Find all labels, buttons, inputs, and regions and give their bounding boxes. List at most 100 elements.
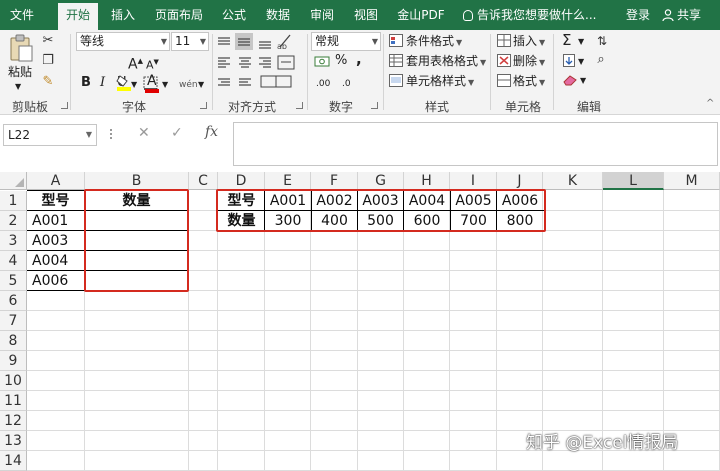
- chevron-down-icon[interactable]: ▼: [578, 33, 584, 51]
- format-as-table-button[interactable]: 套用表格格式 ▼: [406, 52, 486, 70]
- row-header-5[interactable]: 5: [0, 271, 27, 291]
- row-header-7[interactable]: 7: [0, 311, 27, 331]
- row-header-13[interactable]: 13: [0, 431, 27, 451]
- row-header-1[interactable]: 1: [0, 191, 27, 211]
- number-launcher[interactable]: [371, 102, 378, 109]
- column-header-e[interactable]: E: [265, 172, 311, 190]
- font-launcher[interactable]: [200, 102, 207, 109]
- tab-view[interactable]: 视图: [346, 0, 386, 30]
- chevron-down-icon[interactable]: ▼: [162, 76, 168, 94]
- clipboard-launcher[interactable]: [61, 102, 68, 109]
- cell-A4[interactable]: A004: [27, 251, 84, 271]
- cell-A5[interactable]: A006: [27, 271, 84, 291]
- comma-style-button[interactable]: ,: [356, 50, 362, 68]
- paste-icon[interactable]: [8, 34, 34, 62]
- cell-A3[interactable]: A003: [27, 231, 84, 251]
- column-header-j[interactable]: J: [497, 172, 543, 190]
- row-header-14[interactable]: 14: [0, 451, 27, 471]
- cell-A2[interactable]: A001: [27, 211, 84, 231]
- row-header-12[interactable]: 12: [0, 411, 27, 431]
- column-header-k[interactable]: K: [543, 172, 603, 190]
- conditional-format-icon[interactable]: [389, 34, 403, 47]
- chevron-down-icon[interactable]: ▼: [198, 76, 204, 94]
- alignment-icons[interactable]: ab: [215, 33, 305, 93]
- format-button[interactable]: 格式 ▼: [513, 72, 545, 90]
- select-all-button[interactable]: [0, 172, 27, 190]
- decrease-decimal-icon[interactable]: .0: [342, 75, 351, 93]
- format-painter-icon[interactable]: ✎: [40, 74, 56, 90]
- italic-button[interactable]: I: [100, 74, 105, 92]
- row-header-3[interactable]: 3: [0, 231, 27, 251]
- column-header-m[interactable]: M: [664, 172, 720, 190]
- name-box[interactable]: L22 ▼: [3, 124, 97, 146]
- fill-icon[interactable]: [563, 54, 575, 67]
- tab-page-layout[interactable]: 页面布局: [148, 0, 210, 30]
- enter-icon[interactable]: ✓: [171, 125, 183, 141]
- alignment-launcher[interactable]: [296, 102, 303, 109]
- tab-review[interactable]: 审阅: [302, 0, 342, 30]
- clear-icon[interactable]: [563, 75, 577, 86]
- column-header-l[interactable]: L: [603, 172, 664, 190]
- conditional-format-button[interactable]: 条件格式 ▼: [406, 32, 462, 50]
- collapse-ribbon-icon[interactable]: ^: [706, 95, 714, 113]
- font-name-select[interactable]: 等线 ▼: [76, 32, 170, 51]
- column-header-b[interactable]: B: [85, 172, 189, 190]
- cut-icon[interactable]: ✂: [40, 33, 56, 49]
- insert-button[interactable]: 插入 ▼: [513, 32, 545, 50]
- column-header-a[interactable]: A: [27, 172, 85, 190]
- cell-styles-icon[interactable]: [389, 74, 403, 87]
- increase-decimal-icon[interactable]: .00: [316, 75, 330, 93]
- row-header-11[interactable]: 11: [0, 391, 27, 411]
- row-header-6[interactable]: 6: [0, 291, 27, 311]
- font-color-button[interactable]: A: [145, 74, 159, 93]
- cancel-icon[interactable]: ✕: [138, 125, 150, 141]
- currency-format-icon[interactable]: [314, 55, 332, 69]
- insert-cells-icon[interactable]: [497, 34, 511, 47]
- formula-input[interactable]: [233, 122, 718, 166]
- number-format-select[interactable]: 常规 ▼: [311, 32, 381, 51]
- formula-bar-grip[interactable]: [108, 127, 114, 143]
- find-select-icon[interactable]: ⌕: [593, 52, 609, 68]
- tell-me-search[interactable]: 告诉我您想要做什么...: [463, 0, 596, 30]
- chevron-down-icon[interactable]: ▼: [580, 72, 586, 90]
- share-button[interactable]: 共享: [662, 0, 701, 30]
- copy-icon[interactable]: ❐: [40, 53, 56, 69]
- column-header-c[interactable]: C: [189, 172, 218, 190]
- phonetic-guide-icon[interactable]: wén: [179, 76, 198, 94]
- format-cells-icon[interactable]: [497, 74, 511, 87]
- row-header-4[interactable]: 4: [0, 251, 27, 271]
- delete-button[interactable]: 删除 ▼: [513, 52, 545, 70]
- row-header-10[interactable]: 10: [0, 371, 27, 391]
- column-header-g[interactable]: G: [358, 172, 404, 190]
- tab-home[interactable]: 开始: [58, 3, 98, 30]
- paste-dropdown-arrow[interactable]: ▼: [15, 78, 21, 96]
- cell-styles-button[interactable]: 单元格样式 ▼: [406, 72, 474, 90]
- row-header-8[interactable]: 8: [0, 331, 27, 351]
- format-as-table-icon[interactable]: [389, 54, 403, 67]
- worksheet-grid[interactable]: ABCDEFGHIJKLM 1 2 3 4 5 6 7 8 9 10 11 12 13 14 型号 数量 …: [0, 172, 720, 471]
- tab-insert[interactable]: 插入: [103, 0, 143, 30]
- tab-file[interactable]: 文件: [0, 0, 44, 30]
- row-header-9[interactable]: 9: [0, 351, 27, 371]
- cell-A1[interactable]: 型号: [27, 191, 84, 211]
- row-header-2[interactable]: 2: [0, 211, 27, 231]
- tab-kingsoft-pdf[interactable]: 金山PDF: [392, 0, 450, 30]
- autosum-icon[interactable]: Σ: [562, 31, 571, 49]
- column-header-d[interactable]: D: [218, 172, 265, 190]
- tab-data[interactable]: 数据: [258, 0, 298, 30]
- bold-button[interactable]: B: [81, 74, 91, 92]
- column-header-h[interactable]: H: [404, 172, 450, 190]
- insert-function-icon[interactable]: fx: [205, 124, 218, 140]
- font-size-select[interactable]: 11 ▼: [171, 32, 209, 51]
- column-header-f[interactable]: F: [311, 172, 358, 190]
- login-link[interactable]: 登录: [626, 0, 650, 30]
- font-shrink-icon[interactable]: A▼: [146, 53, 159, 72]
- fill-color-icon[interactable]: [116, 73, 132, 91]
- chevron-down-icon[interactable]: ▼: [578, 53, 584, 71]
- delete-cells-icon[interactable]: [497, 54, 511, 67]
- column-header-i[interactable]: I: [450, 172, 497, 190]
- tab-formulas[interactable]: 公式: [214, 0, 254, 30]
- sort-filter-icon[interactable]: ⇅: [594, 33, 610, 49]
- font-grow-icon[interactable]: A▲: [128, 52, 143, 73]
- percent-format-button[interactable]: %: [335, 52, 347, 70]
